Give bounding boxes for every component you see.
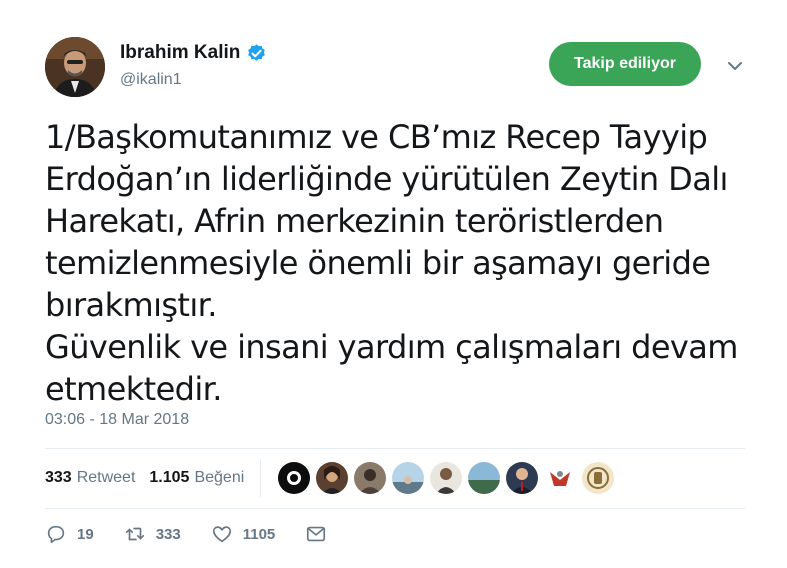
like-button[interactable]: 1105: [211, 523, 276, 545]
verified-badge-icon: [246, 43, 267, 64]
liker-avatar[interactable]: [315, 461, 350, 495]
like-label[interactable]: Beğeni: [194, 469, 244, 487]
heart-icon: [212, 526, 231, 543]
chevron-down-icon[interactable]: [725, 56, 745, 76]
reply-icon: [47, 525, 65, 544]
liker-avatar[interactable]: [429, 461, 464, 495]
liker-avatar[interactable]: [277, 461, 312, 495]
reply-button[interactable]: 19: [45, 523, 94, 545]
tweet-text: 1/Başkomutanımız ve CB’mız Recep Tayyip …: [45, 118, 738, 408]
direct-message-button[interactable]: [305, 523, 337, 545]
liker-avatar[interactable]: [505, 461, 540, 495]
retweet-button[interactable]: 333: [124, 523, 181, 545]
stats-separator: [260, 459, 262, 497]
liker-avatar[interactable]: [353, 461, 388, 495]
like-count[interactable]: 1.105: [149, 469, 189, 487]
author-avatar[interactable]: [45, 37, 105, 97]
author-handle[interactable]: @ikalin1: [120, 71, 182, 89]
author-name[interactable]: Ibrahim Kalin: [120, 42, 240, 64]
retweet-label[interactable]: Retweet: [77, 469, 136, 487]
engagement-stats: 333 Retweet 1.105 Beğeni: [45, 459, 619, 497]
divider: [45, 448, 745, 449]
liker-avatar[interactable]: [581, 461, 616, 495]
retweet-count[interactable]: 333: [45, 469, 72, 487]
reply-count: 19: [77, 525, 94, 543]
divider: [45, 508, 745, 509]
tweet-timestamp[interactable]: 03:06 - 18 Mar 2018: [45, 411, 189, 429]
retweet-action-count: 333: [155, 525, 181, 543]
tweet-actions: 19 333 1105: [45, 523, 367, 545]
following-button[interactable]: Takip ediliyor: [549, 42, 701, 86]
retweet-icon: [125, 527, 144, 541]
liker-avatar[interactable]: [543, 461, 578, 495]
author-name-row[interactable]: Ibrahim Kalin: [120, 42, 267, 64]
envelope-icon: [307, 526, 326, 542]
liker-avatar[interactable]: [467, 461, 502, 495]
liker-avatar[interactable]: [391, 461, 426, 495]
like-action-count: 1105: [242, 525, 276, 543]
